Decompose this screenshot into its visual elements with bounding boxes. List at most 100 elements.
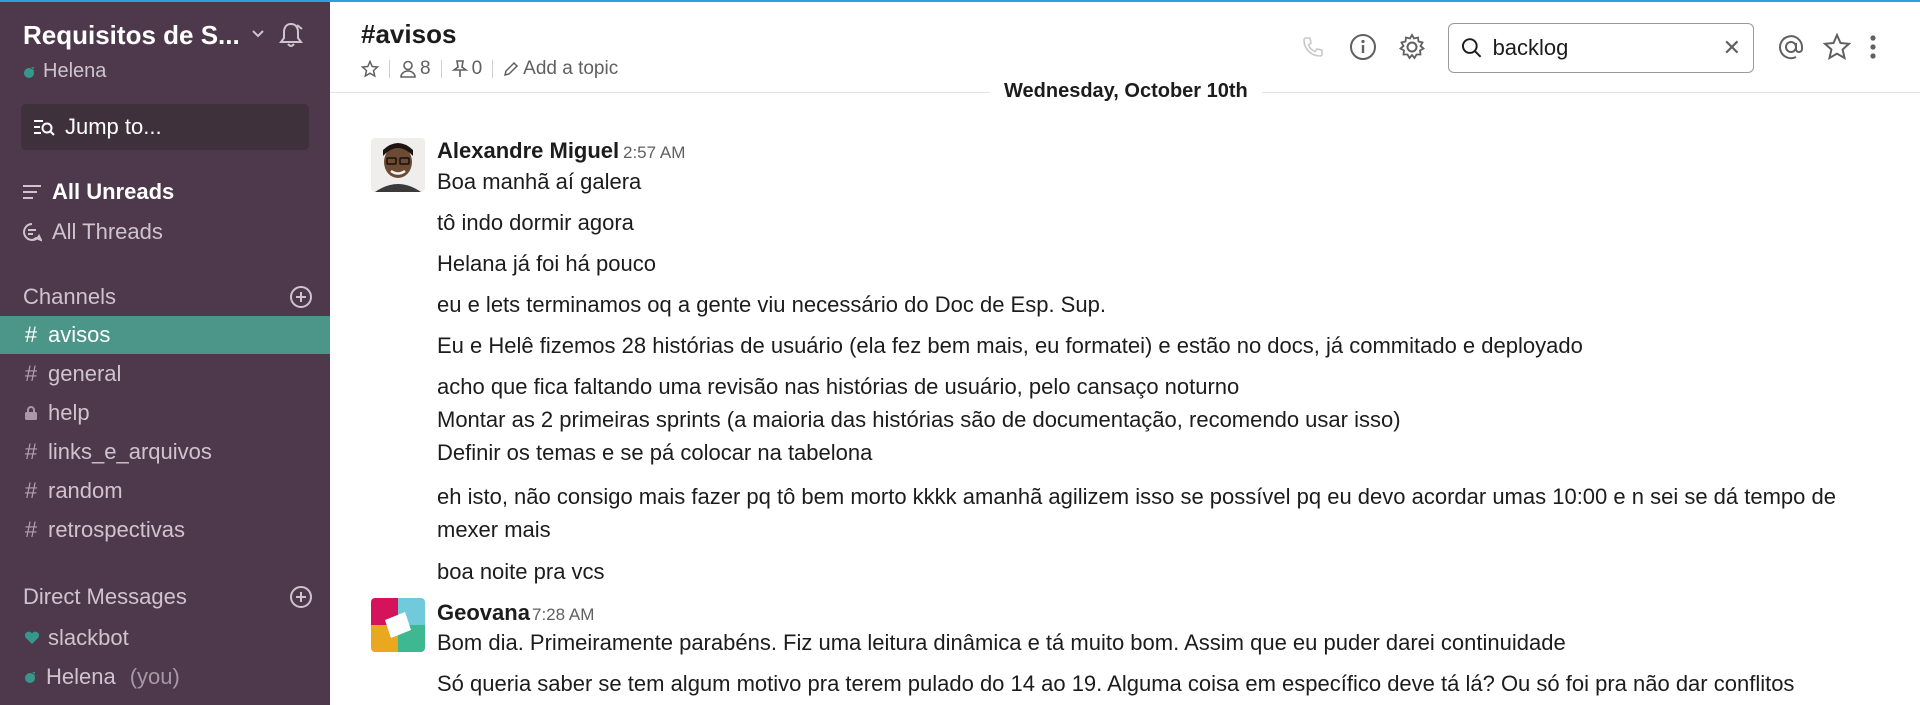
channels-title: Channels [23, 284, 116, 309]
add-topic-label: Add a topic [523, 58, 619, 79]
more-vertical-icon [1870, 35, 1876, 59]
starred-items-button[interactable] [1822, 32, 1852, 62]
lock-icon [25, 406, 37, 420]
direct-messages-title: Direct Messages [23, 584, 187, 609]
date-divider: Wednesday, October 10th [990, 80, 1262, 103]
team-name[interactable]: Requisitos de S... [23, 20, 240, 51]
message-author[interactable]: Alexandre Miguel [437, 138, 619, 164]
heart-icon [24, 631, 40, 644]
search-input[interactable] [1492, 35, 1713, 61]
channel-meta: 8 0 Add a topic [361, 58, 618, 80]
message-line: Só queria saber se tem algum motivo pra … [437, 671, 1795, 696]
member-icon [400, 60, 416, 78]
user-photo-avatar [371, 138, 425, 192]
dm-helena[interactable]: z Helena (you) [0, 659, 330, 695]
phone-icon [1303, 37, 1323, 57]
channels-section-header[interactable]: Channels [23, 281, 313, 313]
channel-view: #avisos 8 0 Add a topic backlog ✕ Wednes… [330, 2, 1920, 705]
channel-help[interactable]: help [0, 394, 330, 432]
meta-divider [492, 60, 494, 78]
sidebar: Requisitos de S... z Helena Jump to... A… [0, 2, 330, 705]
chevron-down-icon[interactable] [250, 26, 266, 42]
avatar[interactable] [371, 138, 425, 192]
message-timestamp[interactable]: 7:28 AM [532, 605, 594, 625]
slack-logo-avatar [371, 598, 425, 652]
hash-icon: # [24, 361, 38, 386]
channel-avisos[interactable]: # avisos [0, 316, 330, 354]
channel-settings-button[interactable] [1397, 32, 1427, 62]
channel-label: random [48, 478, 123, 503]
channel-label: help [48, 400, 90, 425]
search-icon [1461, 38, 1482, 58]
svg-text:z: z [31, 66, 35, 73]
pinned-button[interactable]: 0 [451, 58, 483, 80]
members-button[interactable]: 8 [400, 58, 431, 80]
star-icon [1823, 33, 1851, 61]
call-button[interactable] [1298, 32, 1328, 62]
mentions-button[interactable] [1776, 32, 1806, 62]
all-unreads-icon [23, 185, 41, 199]
message-line: Boa manhã aí galera [437, 169, 642, 194]
message-line: eu e lets terminamos oq a gente viu nece… [437, 292, 1106, 317]
direct-messages-section-header[interactable]: Direct Messages [23, 581, 313, 613]
channel-links-e-arquivos[interactable]: # links_e_arquivos [0, 433, 330, 471]
all-threads-link[interactable]: All Threads [22, 215, 163, 249]
pinned-count: 0 [471, 58, 483, 79]
message-line: acho que fica faltando uma revisão nas h… [437, 374, 1240, 399]
current-user[interactable]: z Helena [23, 60, 106, 83]
message-line: Bom dia. Primeiramente parabéns. Fiz uma… [437, 630, 1566, 655]
message-line: Helana já foi há pouco [437, 251, 656, 276]
presence-snooze-icon: z [24, 66, 35, 78]
all-unreads-label: All Unreads [52, 179, 175, 204]
member-count: 8 [420, 58, 431, 79]
message-line: tô indo dormir agora [437, 210, 634, 235]
dm-slackbot[interactable]: slackbot [0, 620, 330, 656]
add-channel-icon[interactable] [289, 285, 313, 309]
more-actions-button[interactable] [1865, 32, 1881, 62]
message-timestamp[interactable]: 2:57 AM [623, 143, 685, 163]
hash-icon: # [24, 517, 38, 542]
dm-label: Helena [46, 664, 116, 689]
all-unreads-link[interactable]: All Unreads [22, 175, 174, 209]
meta-divider [389, 60, 390, 78]
search-box[interactable]: ✕ [1448, 23, 1754, 73]
notification-bell-icon[interactable] [276, 20, 306, 50]
svg-text:z: z [32, 671, 36, 678]
all-threads-label: All Threads [52, 219, 163, 244]
add-dm-icon[interactable] [289, 585, 313, 609]
info-icon [1350, 34, 1376, 60]
pin-icon [451, 60, 468, 77]
message-line: eh isto, não consigo mais fazer pq tô be… [437, 484, 1836, 542]
current-user-name: Helena [43, 60, 107, 82]
channel-retrospectivas[interactable]: # retrospectivas [0, 511, 330, 549]
meta-divider [440, 60, 442, 78]
jump-to-label: Jump to... [65, 114, 162, 139]
hash-icon: # [24, 478, 38, 503]
clear-search-icon[interactable]: ✕ [1723, 35, 1741, 61]
at-mention-icon [1779, 35, 1803, 60]
message-line: Eu e Helê fizemos 28 histórias de usuári… [437, 333, 1583, 358]
channel-label: avisos [48, 322, 111, 347]
presence-snooze-icon: z [25, 671, 36, 683]
channel-title[interactable]: #avisos [361, 19, 456, 50]
channel-general[interactable]: # general [0, 355, 330, 393]
channel-random[interactable]: # random [0, 472, 330, 510]
gear-icon [1398, 33, 1426, 60]
threads-icon [23, 223, 42, 242]
message-line: boa noite pra vcs [437, 559, 605, 584]
dm-you-suffix: (you) [129, 664, 180, 689]
add-topic-button[interactable]: Add a topic [503, 58, 618, 80]
dm-label: slackbot [48, 625, 129, 650]
hash-icon: # [24, 439, 38, 464]
channel-details-button[interactable] [1348, 32, 1378, 62]
pencil-icon [504, 61, 519, 77]
avatar[interactable] [371, 598, 425, 652]
star-channel-button[interactable] [361, 60, 379, 78]
jump-to-button[interactable]: Jump to... [21, 104, 309, 150]
hash-icon: # [24, 322, 38, 347]
jump-to-icon [34, 120, 55, 136]
message-author[interactable]: Geovana [437, 600, 530, 626]
star-icon [361, 60, 379, 78]
message-line: Montar as 2 primeiras sprints (a maioria… [437, 407, 1401, 432]
channel-label: retrospectivas [48, 517, 185, 542]
